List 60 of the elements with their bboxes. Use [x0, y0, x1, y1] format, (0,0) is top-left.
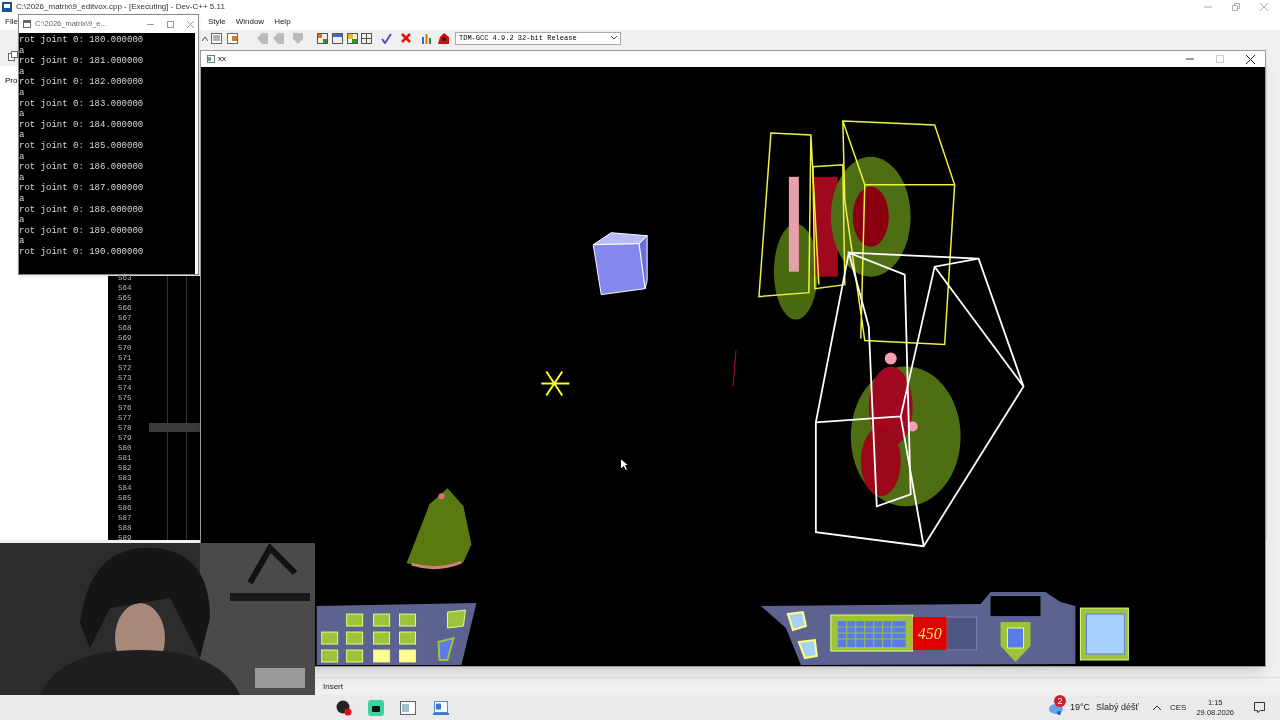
window-title: xx	[218, 53, 226, 65]
console-line: a	[19, 236, 25, 247]
close-icon[interactable]	[1246, 54, 1255, 64]
console-icon	[23, 20, 31, 28]
console-line: a	[19, 193, 25, 205]
cursor-icon	[620, 458, 629, 471]
console-line: a	[19, 66, 25, 78]
console-line: rot joint 0: 184.000000	[19, 119, 144, 131]
console-line: rot joint 0: 185.000000	[19, 140, 144, 152]
maximize-icon	[1216, 55, 1224, 63]
console-line: a	[19, 172, 25, 184]
toolbar-icon[interactable]	[227, 32, 238, 44]
menu-item[interactable]: Style	[207, 16, 226, 28]
laser-line	[732, 350, 737, 387]
weather-temperature[interactable]: 19°C	[1070, 700, 1091, 715]
language-indicator[interactable]: CES	[1170, 701, 1187, 714]
console-line: a	[19, 109, 25, 120]
minimize-icon[interactable]	[1186, 55, 1194, 63]
menu-item[interactable]: Help	[274, 16, 291, 28]
notification-icon[interactable]	[1254, 702, 1265, 713]
cube-drawing	[592, 232, 648, 296]
console-line: a	[19, 215, 25, 226]
console-line: rot joint 0: 188.000000	[19, 204, 144, 216]
console-line: a	[19, 45, 25, 57]
console-line: rot joint 0: 182.000000	[19, 77, 144, 88]
menu-item[interactable]: Window	[235, 16, 265, 28]
console-line: rot joint 0: 187.000000	[19, 183, 144, 194]
console-line: rot joint 0: 180.000000	[19, 35, 144, 46]
current-line-highlight	[149, 423, 200, 432]
app-icon[interactable]	[368, 699, 384, 716]
chevron-up-icon[interactable]	[1153, 705, 1161, 710]
grid-icon[interactable]	[317, 32, 372, 44]
window-icon[interactable]	[400, 700, 416, 715]
scrollbar[interactable]	[195, 33, 198, 274]
maximize-icon[interactable]	[167, 20, 174, 28]
toolbar-icon[interactable]	[211, 32, 222, 44]
profile-icon[interactable]	[438, 32, 449, 44]
menu-item[interactable]: File	[5, 16, 18, 28]
console-line: a	[19, 151, 25, 163]
recorder-icon[interactable]	[336, 699, 352, 716]
weather-condition[interactable]: Slabý déšť	[1096, 700, 1139, 715]
window-icon	[207, 55, 215, 63]
status-text: Insert	[323, 680, 343, 693]
crosshair-icon	[540, 370, 571, 397]
caret-icon	[611, 36, 617, 40]
console-line: a	[19, 130, 25, 141]
bar-chart-icon[interactable]	[421, 32, 432, 44]
console-line: a	[19, 87, 25, 99]
panel-tab[interactable]: Pro	[5, 75, 18, 87]
console-line: rot joint 0: 186.000000	[19, 162, 144, 173]
check-icon[interactable]	[381, 32, 392, 44]
console-line: rot joint 0: 183.000000	[19, 98, 144, 110]
console-line: rot joint 0: 189.000000	[19, 225, 144, 237]
console-line: rot joint 0: 181.000000	[19, 56, 144, 67]
window-title: C:\2026_matrix\9_editvox.cpp - [Executing] - Dev-C++ 5.11	[16, 1, 225, 13]
score-counter: 450	[917, 625, 942, 643]
collapse-icon[interactable]	[202, 35, 208, 41]
toolbar-icon[interactable]	[8, 51, 18, 61]
window-icon[interactable]	[433, 700, 449, 715]
console-line: rot joint 0: 190.000000	[19, 246, 144, 258]
